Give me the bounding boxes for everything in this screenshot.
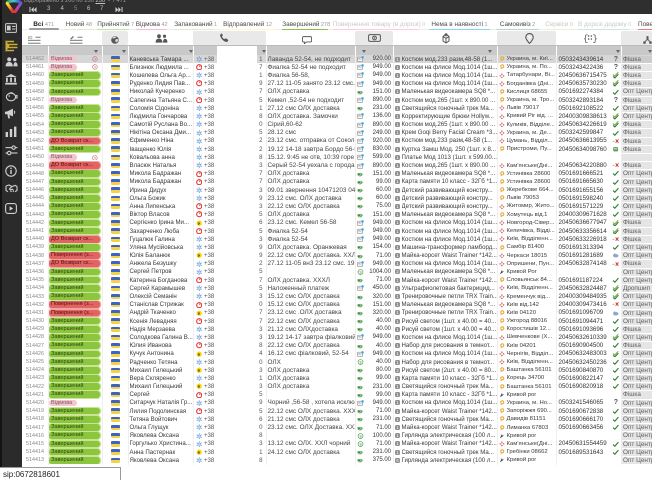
svg-text:}: } — [592, 34, 597, 43]
svg-text:ID: ID — [28, 36, 32, 40]
svg-text:{: { — [583, 34, 588, 43]
